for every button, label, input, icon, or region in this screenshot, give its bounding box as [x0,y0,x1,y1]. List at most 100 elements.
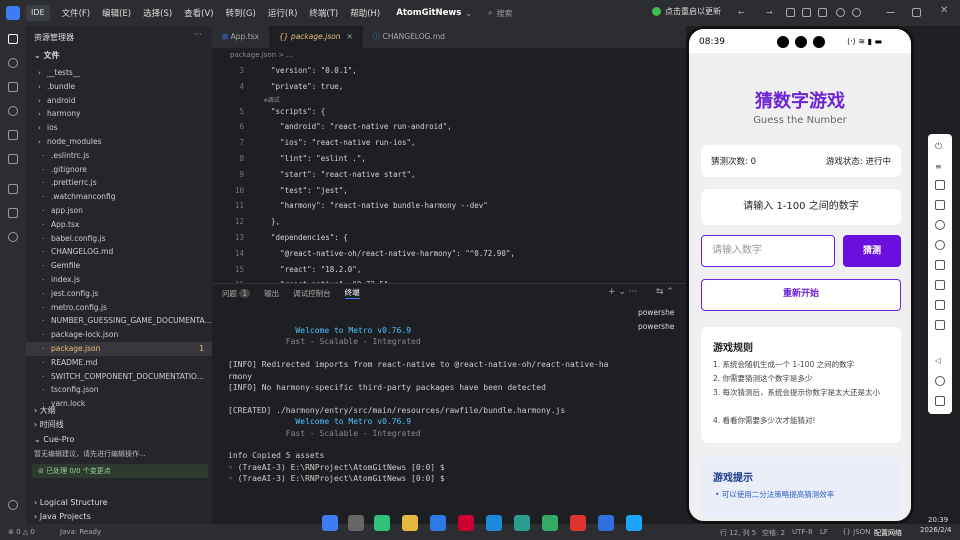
file-item[interactable]: · app.json [26,204,212,218]
vscode-icon[interactable] [430,515,446,531]
rotate-icon[interactable] [935,200,945,210]
folder-item[interactable]: › __tests__ [26,66,212,80]
tab-debug-console[interactable]: 调试控制台 [293,288,331,299]
restart-button[interactable]: 重新开始 [701,279,901,311]
volume-up-icon[interactable] [935,280,945,290]
drive-icon[interactable] [598,515,614,531]
split-terminal-icon[interactable]: ⇆ ⌃ [656,287,674,297]
tab-problems[interactable]: 问题 1 [222,288,251,299]
file-item[interactable]: · README.md [26,356,212,370]
indentation[interactable]: 空格: 2 [762,528,785,538]
errors-count[interactable]: ⊗ 0 △ 0 [8,528,35,536]
update-notification[interactable]: 点击重启以更新 [652,6,721,17]
menu-edit[interactable]: 编辑(E) [102,7,131,19]
logical-structure-section[interactable]: › Logical Structure [34,498,108,507]
file-explorer-icon[interactable] [402,515,418,531]
file-item[interactable]: · App.tsx [26,218,212,232]
files-section[interactable]: ⌄ 文件 [34,50,60,61]
file-item[interactable]: · Gemfile [26,259,212,273]
extensions-icon[interactable] [8,130,18,140]
forward-icon[interactable]: → [766,8,775,17]
at-icon[interactable] [935,240,945,250]
copy-icon[interactable] [935,320,945,330]
cursor-position[interactable]: 行 12, 列 5 [720,528,756,538]
file-item[interactable]: · .watchmanconfig [26,190,212,204]
folder-item[interactable]: › node_modules [26,135,212,149]
guess-button[interactable]: 猜测 [843,235,901,267]
menu-file[interactable]: 文件(F) [62,7,91,19]
file-item[interactable]: · .gitignore [26,163,212,177]
file-item[interactable]: · metro.config.js [26,301,212,315]
file-item[interactable]: · NUMBER_GUESSING_GAME_DOCUMENTA... [26,314,212,328]
language-mode[interactable]: {} JSON [842,528,870,536]
file-item[interactable]: · tsconfig.json [26,383,212,397]
menu-view[interactable]: 查看(V) [184,7,213,19]
debug-hint[interactable]: ⊕调试 [264,95,280,104]
ai-icon[interactable] [8,232,18,242]
java-status[interactable]: Java: Ready [60,528,101,536]
close-icon[interactable]: ✕ [940,5,949,16]
jetbrains-icon[interactable] [458,515,474,531]
menu-select[interactable]: 选择(S) [143,7,172,19]
recent-apps-icon[interactable] [935,396,945,406]
file-item[interactable]: · index.js [26,273,212,287]
menu-icon[interactable]: ≡ [935,162,945,172]
project-switcher[interactable]: AtomGitNews [396,8,461,18]
settings-icon[interactable] [935,300,945,310]
power-icon[interactable]: ⏻ [935,142,945,152]
tab-output[interactable]: 输出 [264,288,279,299]
file-item[interactable]: · package-lock.json [26,328,212,342]
tab-app-tsx[interactable]: ⊞ App.tsx [212,26,269,48]
terminal-instance[interactable]: powershe [638,322,674,331]
task-view-icon[interactable] [348,515,364,531]
maximize-icon[interactable] [912,8,921,17]
eol[interactable]: LF [820,528,828,536]
ide-tag[interactable]: IDE [26,5,50,21]
menu-go[interactable]: 转到(G) [226,7,256,19]
remote-icon[interactable] [8,154,18,164]
network-config[interactable]: 配置网络 [874,528,902,538]
menu-run[interactable]: 运行(R) [268,7,298,19]
testing-icon[interactable] [8,208,18,218]
terminal-instance[interactable]: powershe [638,308,674,317]
netease-music-icon[interactable] [570,515,586,531]
back-nav-icon[interactable]: ◁ [935,356,945,366]
menu-help[interactable]: 帮助(H) [350,7,380,19]
folder-item[interactable]: › .bundle [26,80,212,94]
folder-item[interactable]: › android [26,94,212,108]
volume-down-icon[interactable] [935,260,945,270]
add-terminal-icon[interactable]: + ⌄ ··· [608,287,637,297]
layout-sidebar-icon[interactable] [786,8,795,17]
edge-icon[interactable] [486,515,502,531]
java-projects-section[interactable]: › Java Projects [34,512,91,521]
windows-start-icon[interactable] [322,515,338,531]
terminal-app-icon[interactable] [514,515,530,531]
folder-item[interactable]: › ios [26,121,212,135]
devtools-icon[interactable] [542,515,558,531]
file-item[interactable]: · .eslintrc.js [26,149,212,163]
back-icon[interactable]: ← [738,8,747,17]
app-icon[interactable] [626,515,642,531]
minimize-icon[interactable] [886,8,895,13]
location-icon[interactable] [935,220,945,230]
outline-section[interactable]: › 大纲 [34,405,56,416]
chevron-down-icon[interactable]: ⌄ [465,9,472,18]
file-item[interactable]: · .prettierrc.js [26,176,212,190]
source-control-icon[interactable] [8,82,18,92]
encoding[interactable]: UTF-8 [792,528,812,536]
file-item[interactable]: · jest.config.js [26,287,212,301]
file-item[interactable]: · CHANGELOG.md [26,245,212,259]
file-item[interactable]: · SWITCH_COMPONENT_DOCUMENTATIO... [26,370,212,384]
search-icon[interactable] [8,58,18,68]
file-item[interactable]: · babel.config.js [26,232,212,246]
explorer-icon[interactable] [8,34,18,44]
run-debug-icon[interactable] [8,106,18,116]
account-icon[interactable] [836,8,845,17]
guess-input[interactable]: 请输入数字 [701,235,835,267]
close-tab-icon[interactable]: ✕ [346,32,352,41]
tab-terminal[interactable]: 终端 [344,287,360,299]
layout-secondary-icon[interactable] [818,8,827,17]
tab-package-json[interactable]: {} package.json ✕ [269,26,363,48]
tab-changelog[interactable]: ⓘ CHANGELOG.md [363,26,455,48]
settings-icon[interactable] [852,8,861,17]
